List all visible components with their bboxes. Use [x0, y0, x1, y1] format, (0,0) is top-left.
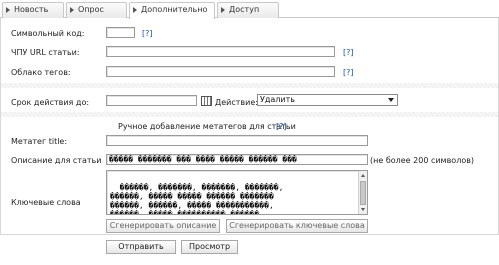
meta-section-title: Ручное добавление метатегов для статьи: [118, 122, 296, 131]
submit-button[interactable]: Отправить: [106, 240, 176, 254]
symbol-code-help-link[interactable]: [?]: [142, 29, 153, 38]
tab-additional[interactable]: Дополнительно: [129, 2, 215, 19]
url-help-link[interactable]: [?]: [343, 48, 354, 57]
calendar-icon[interactable]: [201, 96, 212, 106]
tab-label: Новость: [14, 5, 49, 14]
tags-input[interactable]: [106, 66, 335, 77]
expiry-date-input[interactable]: [106, 95, 197, 106]
symbol-code-label: Символьный код:: [11, 29, 85, 38]
description-limit-note: (не более 200 символов): [370, 156, 475, 165]
action-selected-value: Удалить: [260, 95, 295, 104]
symbol-code-input[interactable]: [106, 27, 135, 38]
form-footer: Отправить Просмотр: [0, 235, 499, 265]
tags-help-link[interactable]: [?]: [343, 68, 354, 77]
tab-arrow-icon: [6, 7, 10, 13]
action-label: Действие:: [215, 98, 258, 107]
tab-arrow-icon: [70, 7, 74, 13]
preview-button[interactable]: Просмотр: [181, 240, 238, 254]
tab-arrow-icon: [221, 7, 225, 13]
tab-label: Доступ: [229, 5, 260, 14]
metatitle-label: Метатег title:: [11, 137, 68, 146]
section-divider: [1, 83, 498, 88]
keywords-label: Ключевые слова: [11, 198, 81, 207]
meta-help-link[interactable]: [?]: [276, 122, 287, 131]
url-label: ЧПУ URL статьи:: [11, 48, 80, 57]
tab-label: Дополнительно: [141, 5, 208, 14]
generate-keywords-button[interactable]: Сгенерировать ключевые слова: [226, 219, 368, 233]
expiry-label: Срок действия до:: [11, 98, 90, 107]
tab-poll[interactable]: Опрос: [66, 2, 127, 18]
tab-access[interactable]: Доступ: [217, 2, 279, 18]
keywords-text: ������, �������, �������, �������, �����…: [110, 183, 284, 215]
description-input[interactable]: ����� ������� ��� ���� ����� ������ ���: [106, 154, 368, 165]
tab-arrow-icon: [133, 7, 137, 13]
keywords-scrollbar[interactable]: [358, 171, 367, 214]
scroll-down-icon[interactable]: [361, 208, 365, 211]
generate-description-button[interactable]: Сгенерировать описание: [106, 219, 220, 233]
metatitle-input[interactable]: [106, 135, 368, 146]
tab-label: Опрос: [78, 5, 104, 14]
tags-label: Облако тегов:: [11, 68, 71, 77]
tab-news[interactable]: Новость: [2, 2, 64, 18]
url-input[interactable]: [106, 46, 335, 57]
scroll-thumb[interactable]: [360, 181, 366, 205]
section-divider: [1, 112, 498, 117]
keywords-textarea[interactable]: ������, �������, �������, �������, �����…: [106, 170, 368, 215]
action-select[interactable]: Удалить: [257, 94, 398, 106]
scroll-up-icon[interactable]: [361, 174, 365, 177]
chevron-down-icon: [388, 98, 394, 102]
description-label: Описание для статьи: [11, 156, 102, 165]
tab-bar: Новость Опрос Дополнительно Доступ: [0, 0, 499, 19]
